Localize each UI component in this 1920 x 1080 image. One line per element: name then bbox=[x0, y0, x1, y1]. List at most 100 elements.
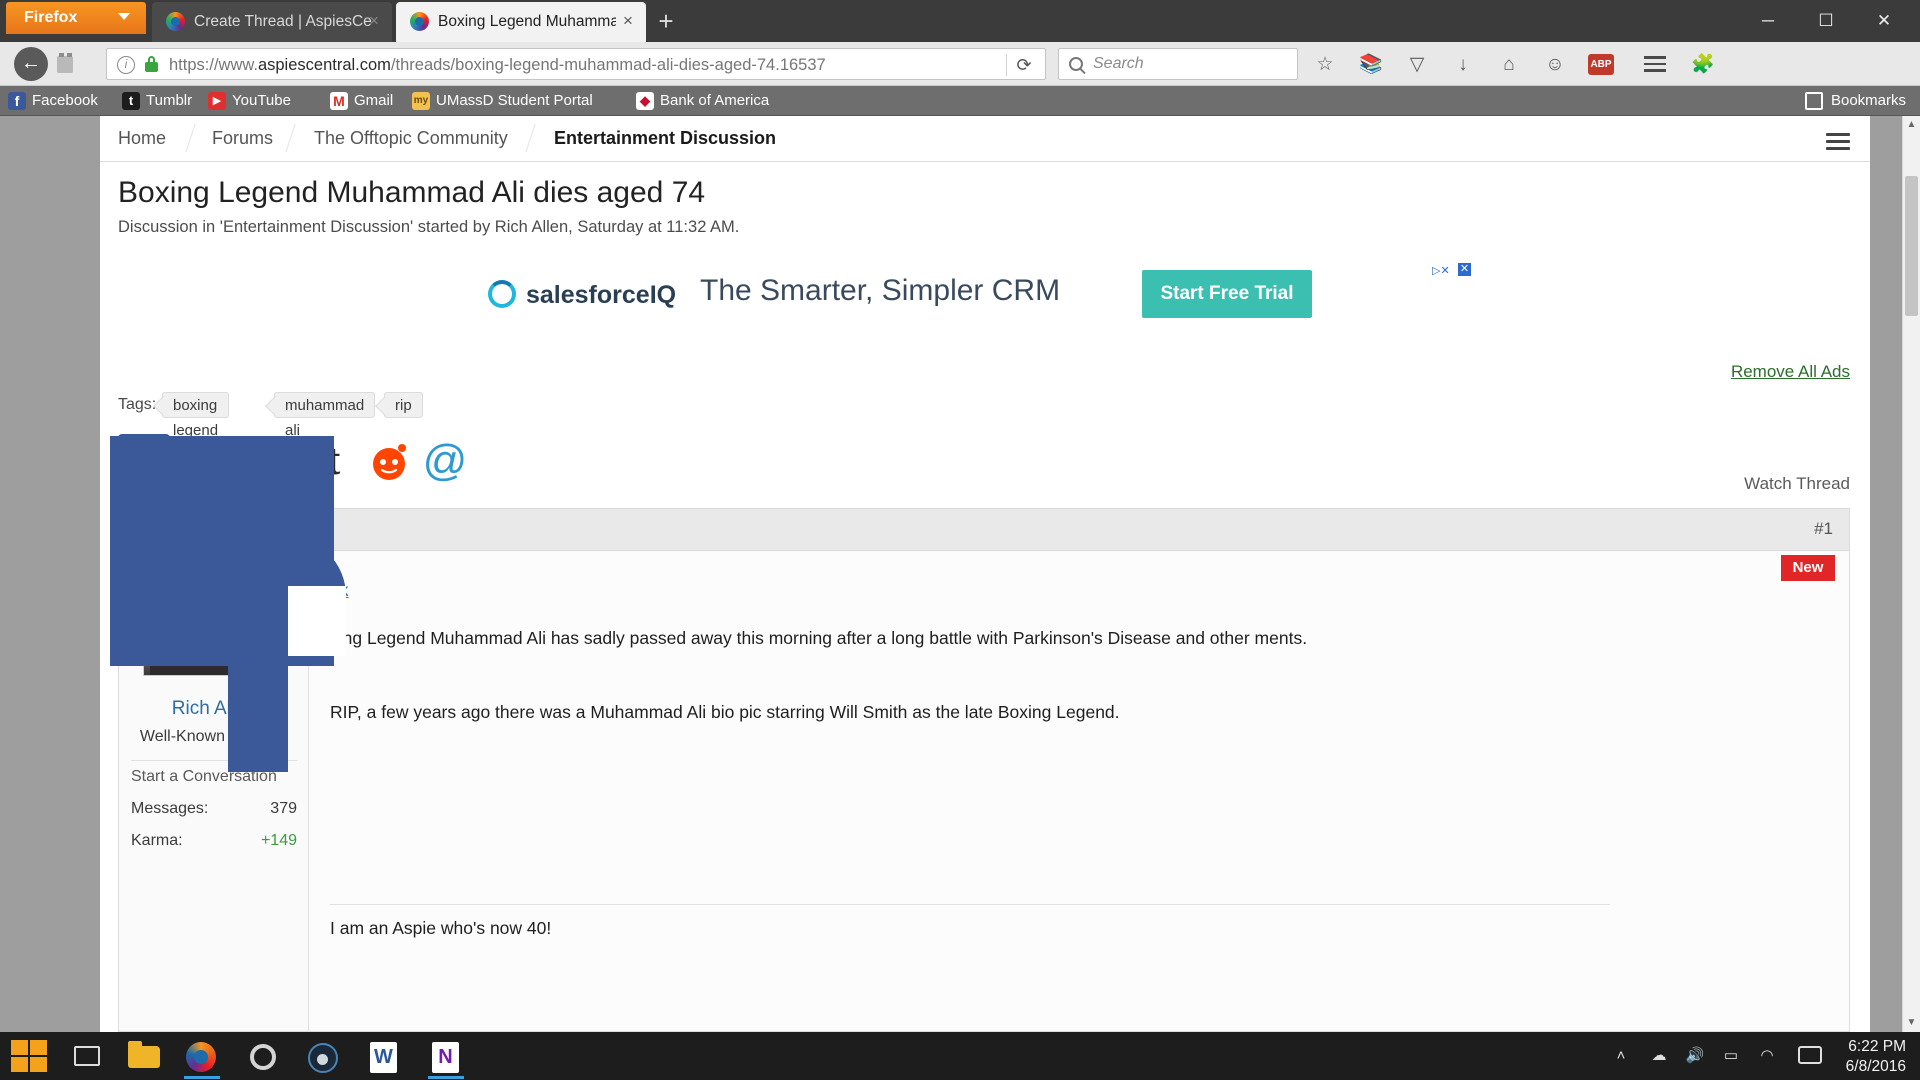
browser-tab-boxing-legend[interactable]: Boxing Legend Muhammad A... × bbox=[396, 2, 646, 42]
url-divider bbox=[1006, 54, 1007, 76]
breadcrumb-home[interactable]: Home bbox=[118, 128, 166, 149]
email-share-icon[interactable]: @ bbox=[418, 434, 472, 488]
thread-meta: Discussion in 'Entertainment Discussion'… bbox=[118, 218, 740, 236]
task-view-icon[interactable] bbox=[62, 1036, 114, 1076]
windows-logo-quadrant bbox=[11, 1057, 28, 1072]
downloads-icon[interactable]: ↓ bbox=[1450, 52, 1476, 78]
url-bar[interactable]: i https://www.aspiescentral.com/threads/… bbox=[106, 48, 1046, 80]
breadcrumb-entertainment-discussion[interactable]: Entertainment Discussion bbox=[554, 128, 776, 149]
battery-icon[interactable]: ▭ bbox=[1720, 1046, 1742, 1066]
firefox-favicon-icon bbox=[410, 12, 429, 31]
facebook-logo-stem bbox=[228, 556, 288, 772]
stat-label: Messages: bbox=[131, 800, 209, 817]
ad-close-icon[interactable]: ✕ bbox=[1458, 263, 1471, 276]
page-info-icon[interactable]: i bbox=[117, 56, 135, 74]
taskbar-clock[interactable]: 6:22 PM 6/8/2016 bbox=[1828, 1037, 1906, 1077]
pocket-icon[interactable]: ▽ bbox=[1404, 52, 1430, 78]
youtube-icon: ▶ bbox=[208, 92, 226, 110]
remove-all-ads-link[interactable]: Remove All Ads bbox=[1731, 362, 1850, 382]
chevron-up-icon[interactable]: ˄ bbox=[1610, 1046, 1632, 1066]
firefox-favicon-icon bbox=[166, 12, 185, 31]
hamburger-line bbox=[1644, 69, 1666, 72]
url-domain: aspiescentral.com bbox=[257, 56, 391, 74]
minimize-icon[interactable]: ─ bbox=[1740, 0, 1796, 42]
vertical-scrollbar[interactable]: ▲ ▼ bbox=[1902, 116, 1920, 1032]
gmail-icon: M bbox=[330, 92, 348, 110]
firefox-app-menu-button[interactable]: Firefox bbox=[6, 2, 146, 34]
umassd-icon: my bbox=[412, 92, 430, 110]
tab-title: Boxing Legend Muhammad A... bbox=[438, 13, 616, 30]
browser-tab-create-thread[interactable]: Create Thread | AspiesCentral... × bbox=[152, 2, 392, 42]
bookmarks-folder[interactable]: Bookmarks bbox=[1804, 90, 1906, 112]
tumblr-icon: t bbox=[122, 92, 140, 110]
onedrive-icon[interactable]: ☁ bbox=[1648, 1046, 1670, 1066]
back-button[interactable]: ← bbox=[14, 47, 48, 81]
hamburger-line bbox=[1644, 56, 1666, 59]
onenote-icon[interactable] bbox=[420, 1036, 472, 1079]
reload-icon[interactable]: ⟳ bbox=[1013, 55, 1035, 77]
page-title: Boxing Legend Muhammad Ali dies aged 74 bbox=[118, 176, 706, 209]
url-input[interactable]: https://www.aspiescentral.com/threads/bo… bbox=[169, 54, 997, 76]
bookmark-label: Gmail bbox=[354, 92, 394, 109]
post-paragraph-2: RIP, a few years ago there was a Muhamma… bbox=[330, 702, 1120, 722]
steam-icon[interactable] bbox=[298, 1036, 350, 1076]
facebook-icon: f bbox=[8, 92, 26, 110]
action-center-icon[interactable] bbox=[1798, 1046, 1822, 1066]
breadcrumb-separator bbox=[185, 124, 196, 152]
hamburger-line bbox=[1826, 133, 1850, 136]
settings-gear-icon[interactable] bbox=[238, 1036, 290, 1076]
sync-account-icon[interactable]: ☺ bbox=[1542, 52, 1568, 78]
ad-cta-button[interactable]: Start Free Trial bbox=[1142, 270, 1312, 318]
search-bar[interactable]: Search bbox=[1058, 48, 1298, 80]
post-number[interactable]: #1 bbox=[1814, 519, 1833, 539]
tag-muhammad-ali[interactable]: muhammad ali bbox=[274, 392, 376, 439]
adblock-icon[interactable]: ABP bbox=[1588, 52, 1614, 78]
library-icon[interactable]: 📚 bbox=[1358, 52, 1384, 78]
maximize-icon[interactable]: ☐ bbox=[1798, 0, 1854, 42]
url-path: /threads/boxing-legend-muhammad-ali-dies… bbox=[390, 56, 826, 74]
volume-icon[interactable]: 🔊 bbox=[1684, 1046, 1706, 1066]
facebook-logo-overlay bbox=[110, 436, 346, 772]
scrollbar-thumb[interactable] bbox=[1905, 176, 1918, 316]
adblock-label: ABP bbox=[1588, 54, 1614, 75]
ad-brand-label: salesforceIQ bbox=[526, 281, 677, 309]
search-input[interactable]: Search bbox=[1093, 55, 1144, 73]
close-icon[interactable]: × bbox=[366, 12, 382, 29]
new-tab-button[interactable]: + bbox=[652, 8, 680, 36]
close-icon[interactable]: × bbox=[620, 12, 636, 29]
tag-rip[interactable]: rip bbox=[384, 392, 423, 418]
url-scheme: https://www. bbox=[169, 56, 258, 74]
scroll-down-arrow-icon[interactable]: ▼ bbox=[1903, 1014, 1920, 1032]
firefox-menu-label: Firefox bbox=[24, 9, 78, 26]
clock-date: 6/8/2016 bbox=[1845, 1058, 1906, 1075]
stat-value: +149 bbox=[260, 832, 297, 849]
wifi-icon[interactable]: ◠ bbox=[1756, 1046, 1778, 1066]
bookmarks-toolbar: f Facebook t Tumblr ▶ YouTube M Gmail my… bbox=[0, 86, 1920, 116]
firefox-taskbar-icon[interactable] bbox=[176, 1036, 228, 1079]
adchoices-icon[interactable]: ▷✕ bbox=[1432, 264, 1450, 277]
start-button[interactable] bbox=[8, 1038, 52, 1074]
breadcrumb-offtopic-community[interactable]: The Offtopic Community bbox=[314, 128, 508, 149]
watch-thread-link[interactable]: Watch Thread bbox=[1744, 474, 1850, 494]
file-explorer-icon[interactable] bbox=[118, 1036, 170, 1076]
page-gutter bbox=[0, 116, 100, 1032]
ad-headline: The Smarter, Simpler CRM bbox=[700, 274, 1061, 307]
breadcrumb-forums[interactable]: Forums bbox=[212, 128, 273, 149]
extension-icon[interactable]: 🧩 bbox=[1690, 52, 1716, 78]
bookmark-star-icon[interactable]: ☆ bbox=[1312, 52, 1338, 78]
bank-of-america-icon: ◆ bbox=[636, 92, 654, 110]
hamburger-menu-icon[interactable] bbox=[1642, 52, 1668, 78]
close-window-icon[interactable]: ✕ bbox=[1856, 0, 1912, 42]
reddit-share-icon[interactable] bbox=[362, 434, 416, 488]
forum-menu-icon[interactable] bbox=[1826, 129, 1850, 150]
tag-boxing-legend[interactable]: boxing legend bbox=[162, 392, 230, 439]
hamburger-line bbox=[1826, 140, 1850, 143]
bookmarks-folder-icon bbox=[1804, 92, 1823, 110]
clock-time: 6:22 PM bbox=[1848, 1038, 1906, 1055]
advertisement-banner[interactable]: salesforceIQ The Smarter, Simpler CRM St… bbox=[328, 244, 1471, 340]
home-icon[interactable]: ⌂ bbox=[1496, 52, 1522, 78]
scroll-up-arrow-icon[interactable]: ▲ bbox=[1903, 116, 1920, 134]
word-icon[interactable] bbox=[358, 1036, 410, 1076]
forward-button[interactable] bbox=[52, 50, 80, 78]
breadcrumb-separator bbox=[525, 124, 536, 152]
